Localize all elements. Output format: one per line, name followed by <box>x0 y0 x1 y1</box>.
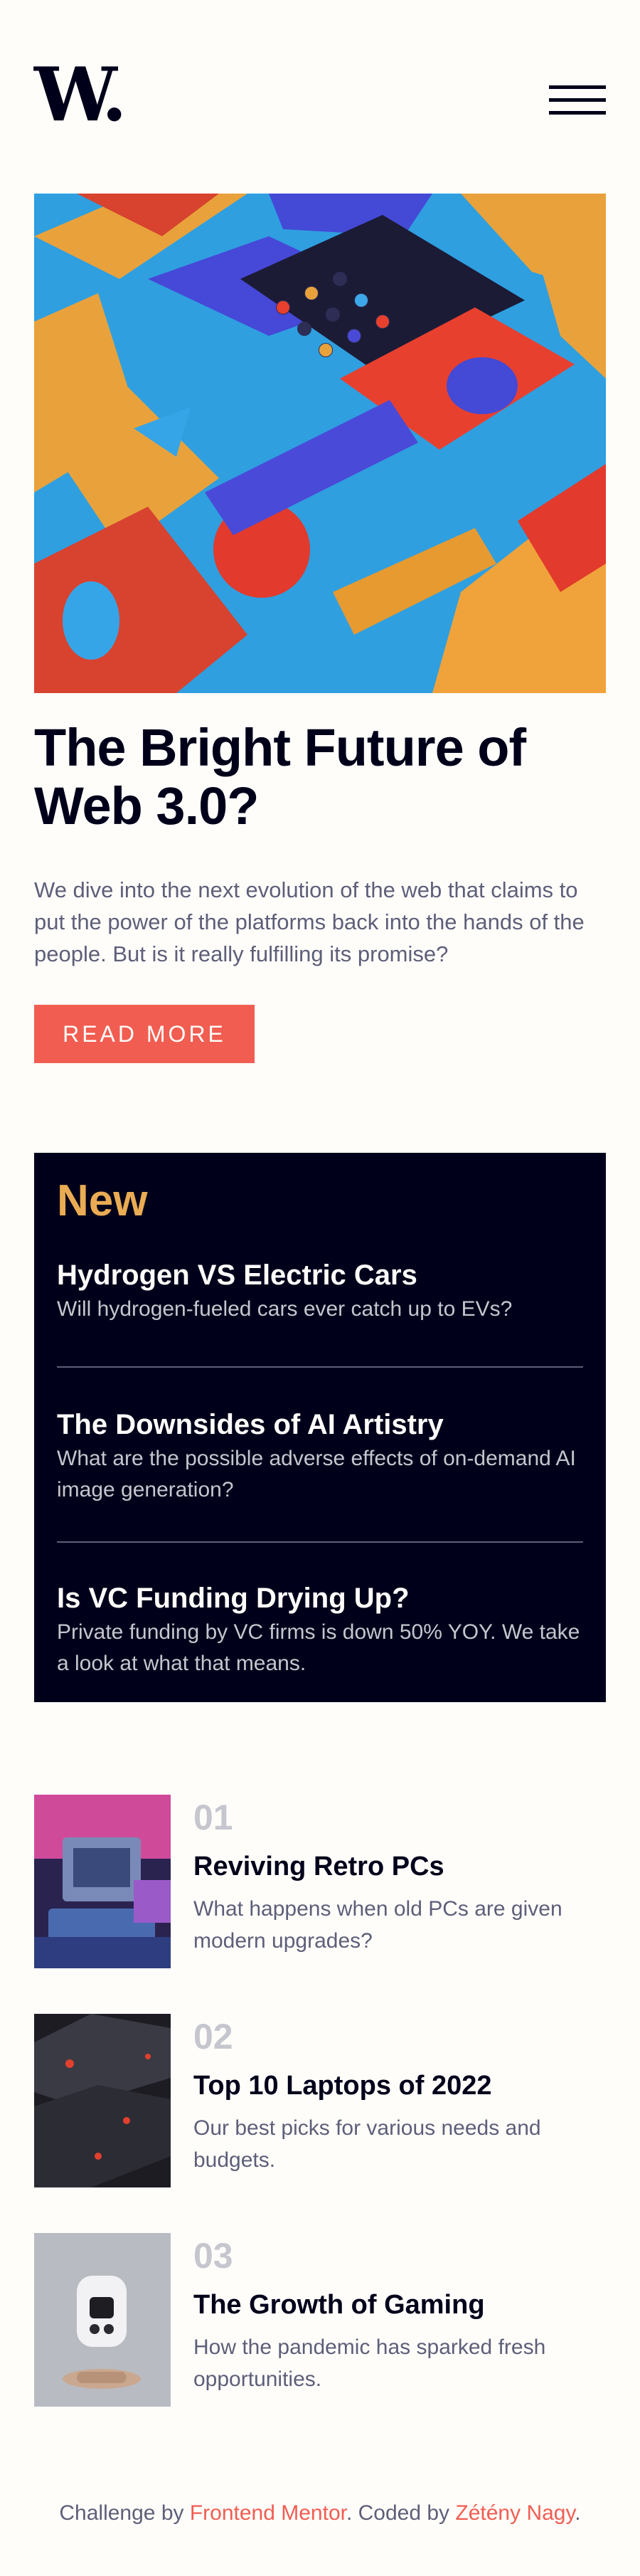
author-link[interactable]: Zétény Nagy <box>455 2501 575 2525</box>
new-item: Is VC Funding Drying Up? Private funding… <box>57 1580 583 1679</box>
new-section-heading: New <box>57 1176 148 1225</box>
gaming-controller-thumbnail <box>34 2233 171 2407</box>
attribution-footer: Challenge by Frontend Mentor. Coded by Z… <box>0 2498 640 2529</box>
article-number: 03 <box>193 2236 233 2276</box>
new-articles-panel: New Hydrogen VS Electric Cars Will hydro… <box>34 1153 606 1702</box>
article-title[interactable]: Reviving Retro PCs <box>193 1849 444 1884</box>
new-item-title[interactable]: Is VC Funding Drying Up? <box>57 1580 583 1617</box>
article-card: 01 Reviving Retro PCs What happens when … <box>34 1795 606 1968</box>
new-item-description: Private funding by VC firms is down 50% … <box>57 1620 580 1675</box>
hero-image <box>34 194 606 693</box>
frontend-mentor-link[interactable]: Frontend Mentor <box>190 2501 346 2525</box>
article-description: Our best picks for various needs and bud… <box>193 2116 541 2172</box>
article-description: What happens when old PCs are given mode… <box>193 1897 562 1953</box>
hero-description: We dive into the next evolution of the w… <box>34 877 585 966</box>
new-item-title[interactable]: The Downsides of AI Artistry <box>57 1406 583 1443</box>
new-item-description: Will hydrogen-fueled cars ever catch up … <box>57 1297 513 1321</box>
read-more-button[interactable]: READ MORE <box>34 1005 255 1063</box>
footer-middle: . Coded by <box>346 2501 456 2525</box>
hero-title: The Bright Future of Web 3.0? <box>34 718 526 835</box>
article-card: 02 Top 10 Laptops of 2022 Our best picks… <box>34 2014 606 2187</box>
new-item: Hydrogen VS Electric Cars Will hydrogen-… <box>57 1257 583 1325</box>
article-title[interactable]: The Growth of Gaming <box>193 2287 485 2323</box>
article-card: 03 The Growth of Gaming How the pandemic… <box>34 2233 606 2407</box>
site-logo[interactable]: W. <box>34 58 127 132</box>
laptop-keyboard-thumbnail <box>34 2014 171 2187</box>
retro-pc-thumbnail <box>34 1795 171 1968</box>
article-description: How the pandemic has sparked fresh oppor… <box>193 2335 546 2391</box>
article-title[interactable]: Top 10 Laptops of 2022 <box>193 2068 491 2103</box>
site-header: W. <box>34 58 606 132</box>
footer-prefix: Challenge by <box>59 2501 190 2525</box>
hamburger-menu-icon[interactable] <box>549 85 606 115</box>
article-number: 02 <box>193 2017 233 2057</box>
new-item: The Downsides of AI Artistry What are th… <box>57 1406 583 1506</box>
new-item-description: What are the possible adverse effects of… <box>57 1447 576 1501</box>
article-number: 01 <box>193 1798 233 1837</box>
new-item-title[interactable]: Hydrogen VS Electric Cars <box>57 1257 583 1294</box>
divider <box>57 1541 583 1543</box>
footer-suffix: . <box>575 2501 581 2525</box>
divider <box>57 1366 583 1368</box>
